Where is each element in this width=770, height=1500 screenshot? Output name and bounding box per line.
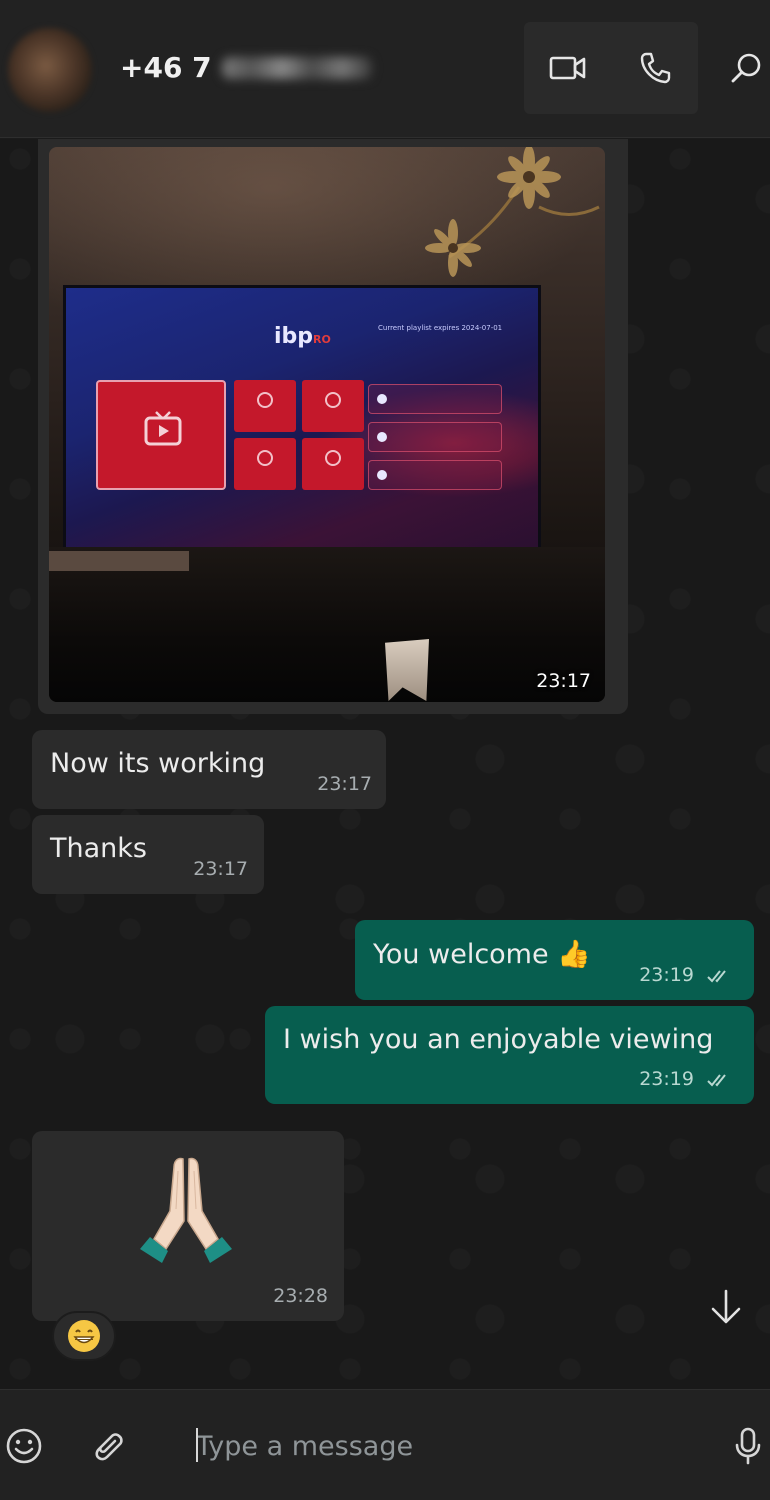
row-icon [377,432,387,442]
double-check-icon [707,1073,726,1086]
row-icon [377,470,387,480]
tv-playlist-tile [302,438,364,490]
voice-message-button[interactable] [724,1422,770,1470]
microphone-icon [735,1427,761,1465]
praying-hands-emoji [140,1157,232,1263]
message-time: 23:17 [193,858,248,880]
tv-app-logo-main: ibp [274,324,314,349]
tile-icon [257,392,273,408]
attach-button[interactable] [84,1422,132,1470]
message-time: 23:19 [639,964,694,986]
tv-series-tile [302,380,364,432]
tile-icon [325,450,341,466]
double-check-icon [707,969,726,982]
message-input[interactable] [186,1418,706,1474]
tv-app-logo: ibpRO [274,324,331,349]
smiley-icon [6,1428,42,1464]
incoming-message[interactable]: Now its working 23:17 [32,730,386,809]
message-time: 23:19 [639,1068,694,1090]
tv-screen: ibpRO Current playlist expires 2024-07-0… [63,285,541,553]
message-text: Now its working [50,748,266,779]
message-time: 23:17 [317,773,372,795]
message-meta: 23:19 [639,1068,734,1090]
tile-icon [325,392,341,408]
paperclip-icon [95,1433,123,1461]
message-reaction[interactable]: 😁 [52,1311,116,1361]
contact-avatar[interactable] [8,28,92,112]
tv-menu-row [368,460,502,490]
video-call-button[interactable] [524,22,611,114]
message-text: Thanks [50,833,147,864]
message-text: I wish you an enjoyable viewing [283,1024,714,1055]
search-button[interactable] [722,44,770,92]
message-text: You welcome 👍 [373,939,591,970]
contact-name[interactable]: +46 7 [120,48,372,88]
wall-flower-decoration [425,147,600,277]
voice-call-button[interactable] [611,22,698,114]
message-list[interactable]: ibpRO Current playlist expires 2024-07-0… [0,139,770,1389]
search-icon [731,53,761,83]
video-camera-icon [549,56,585,80]
tv-movies-tile [234,380,296,432]
outgoing-message[interactable]: You welcome 👍 23:19 [355,920,754,1000]
tv-playlist-note: Current playlist expires 2024-07-01 [378,324,503,332]
redacted-number [221,57,372,79]
tv-menu-row [368,384,502,414]
text-caret [196,1428,198,1462]
tv-live-tile [96,380,226,490]
tv-app-logo-sub: RO [313,333,331,346]
row-icon [377,394,387,404]
call-buttons [524,22,698,114]
message-meta: 23:19 [639,964,734,986]
tv-icon [144,411,182,446]
phone-icon [640,52,670,84]
tile-icon [257,450,273,466]
arrow-down-icon [711,1289,741,1324]
message-time: 23:17 [536,670,591,692]
tv-screen-photo[interactable]: ibpRO Current playlist expires 2024-07-0… [49,147,605,702]
grinning-face-emoji [68,1320,100,1352]
message-composer [0,1389,770,1500]
scroll-to-bottom-button[interactable] [704,1285,748,1329]
emoji-button[interactable] [0,1422,48,1470]
chat-header: +46 7 [0,0,770,138]
incoming-message[interactable]: Thanks 23:17 [32,815,264,894]
outgoing-message[interactable]: I wish you an enjoyable viewing 23:19 [265,1006,754,1104]
tv-menu-row [368,422,502,452]
tv-stand [49,551,189,571]
incoming-emoji-message[interactable]: 🙏 23:28 [32,1131,344,1321]
contact-name-text: +46 7 [120,51,212,84]
tv-favorites-tile [234,438,296,490]
photo-message[interactable]: ibpRO Current playlist expires 2024-07-0… [38,139,628,714]
message-time: 23:28 [273,1285,328,1307]
